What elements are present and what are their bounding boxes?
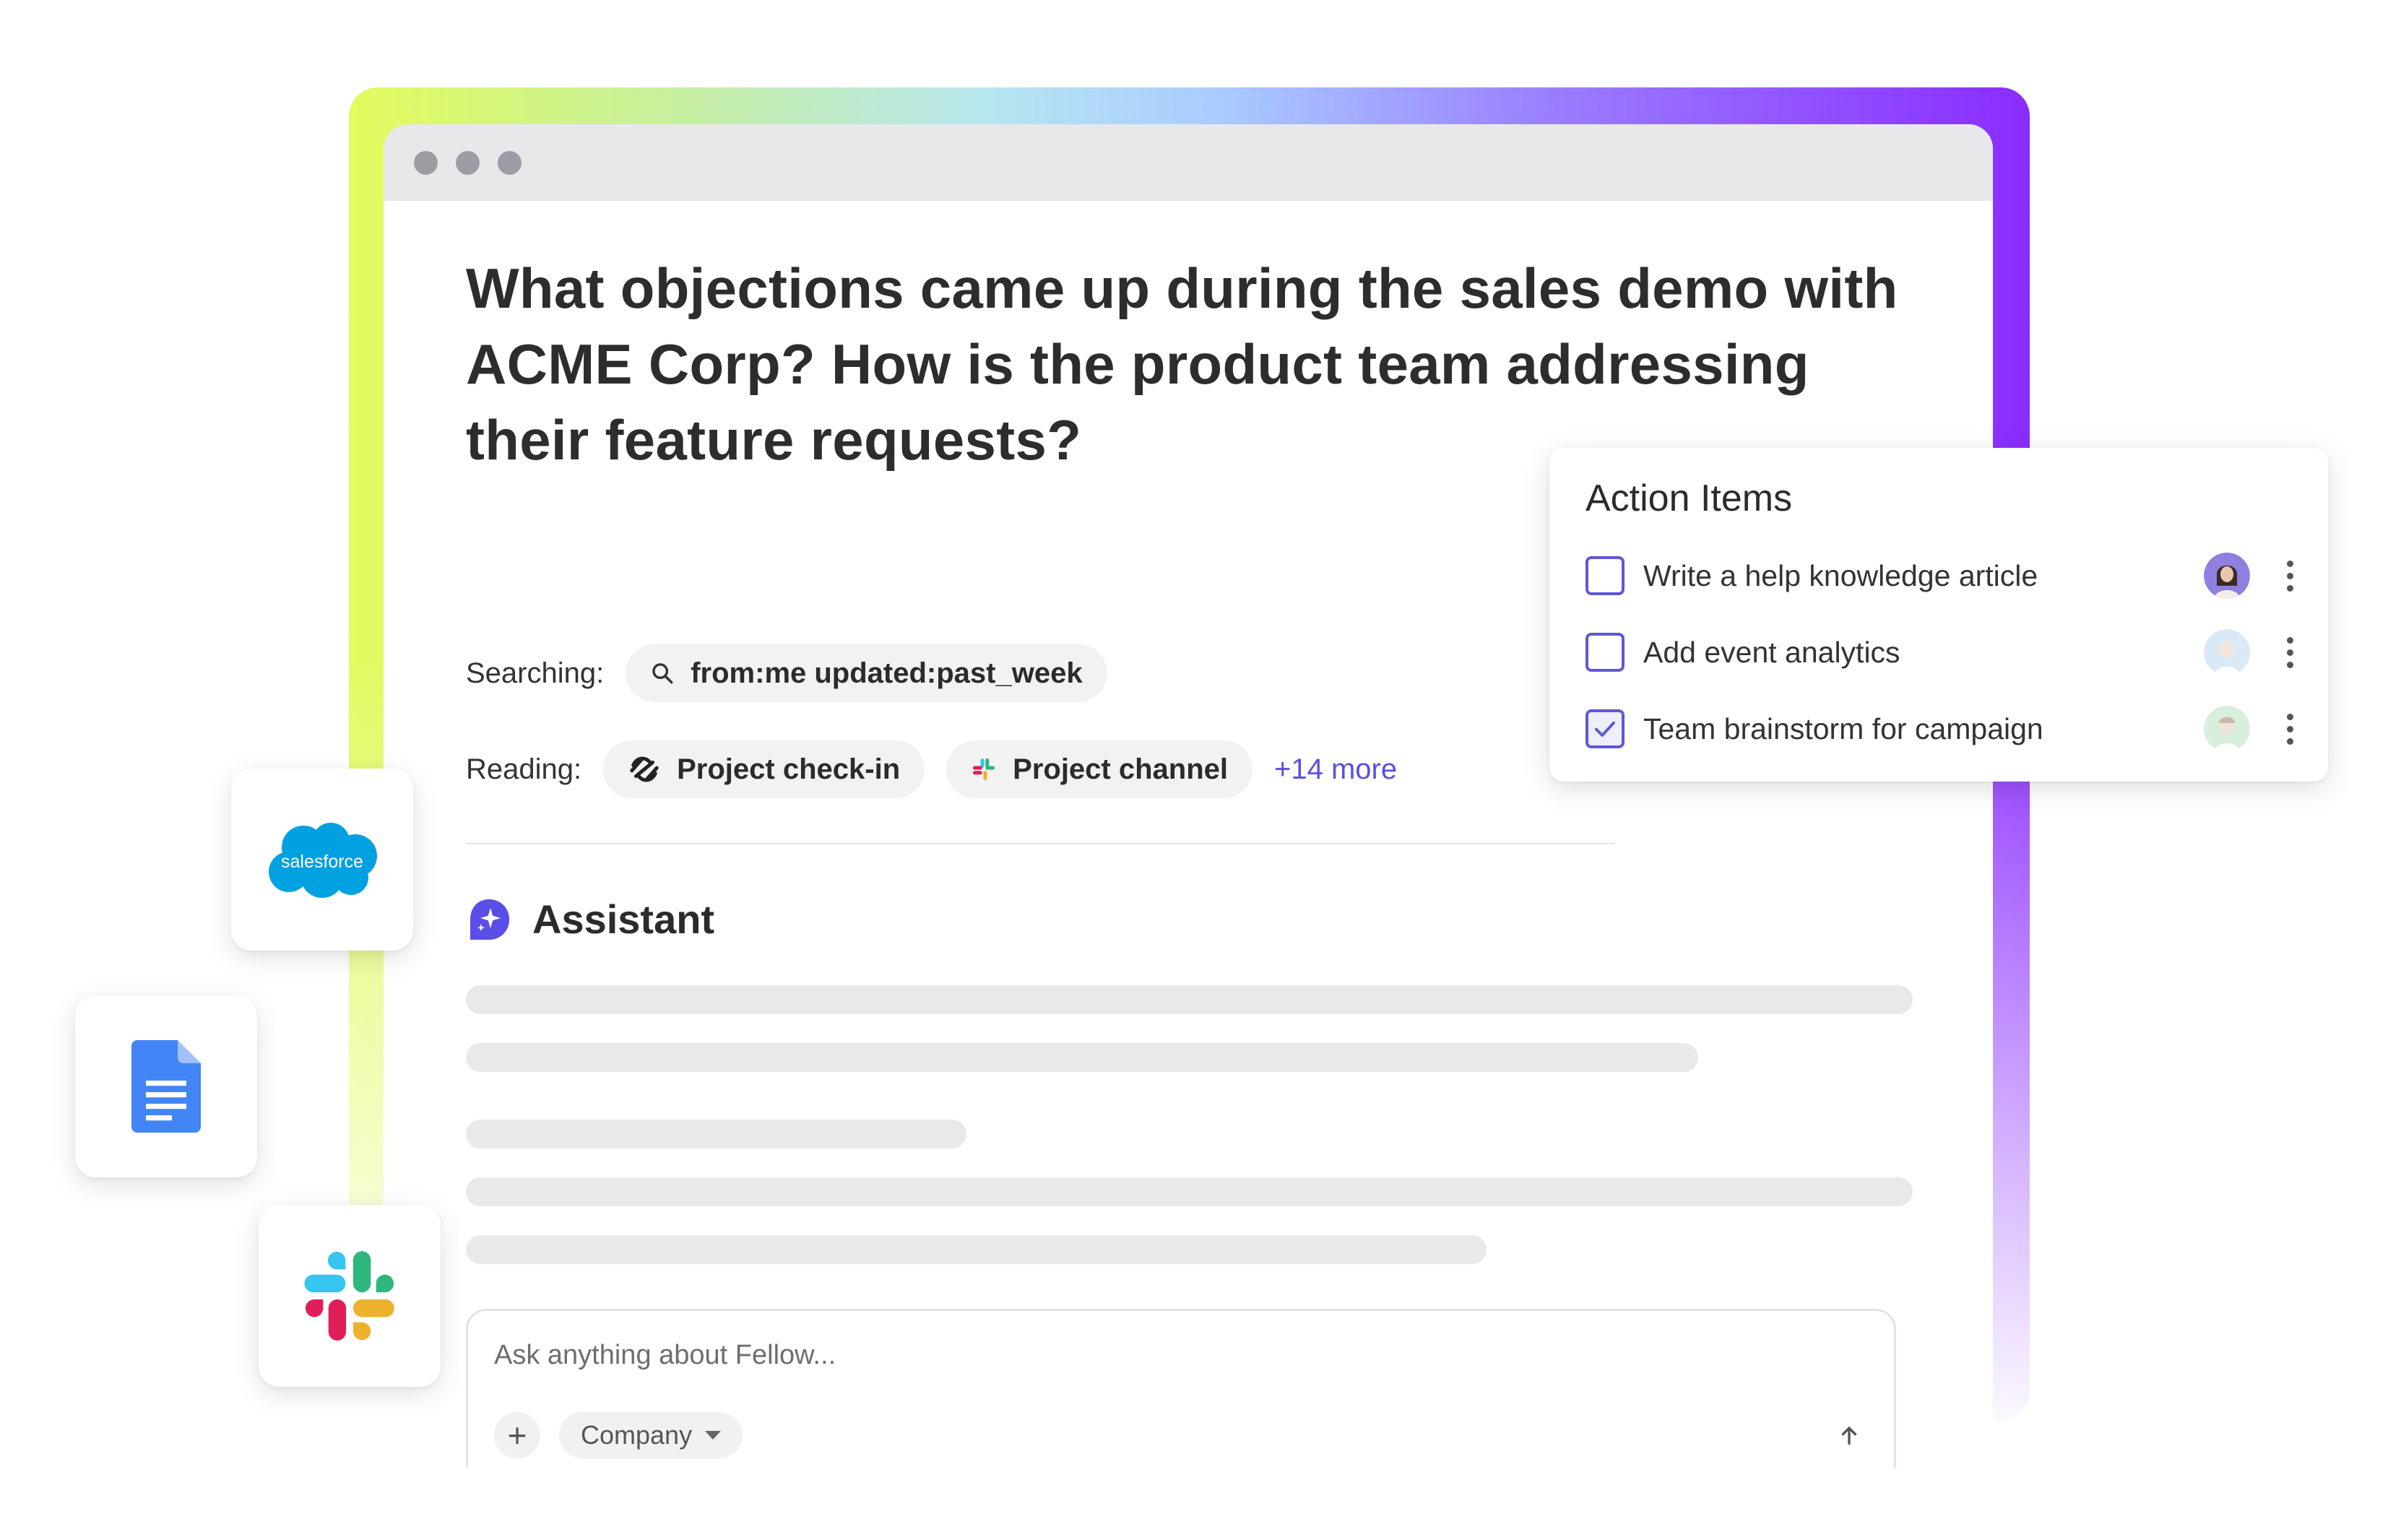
skeleton-line bbox=[466, 1043, 1698, 1072]
action-item[interactable]: Add event analytics bbox=[1585, 627, 2301, 678]
assistant-title: Assistant bbox=[532, 896, 715, 942]
slack-icon bbox=[973, 758, 995, 780]
reading-row: Reading: Project check-in Project channe… bbox=[466, 740, 1397, 798]
action-item[interactable]: Team brainstorm for campaign bbox=[1585, 704, 2301, 754]
source-chip-project-channel[interactable]: Project channel bbox=[946, 740, 1253, 798]
skeleton-line bbox=[466, 985, 1913, 1014]
slack-icon bbox=[304, 1251, 394, 1341]
ask-input[interactable] bbox=[494, 1340, 1794, 1371]
search-icon bbox=[652, 663, 673, 684]
more-options-icon[interactable] bbox=[2279, 636, 2301, 668]
salesforce-cloud-icon: salesforce bbox=[269, 823, 377, 898]
source-chip-label: Project check-in bbox=[677, 753, 901, 785]
fellow-logo-icon bbox=[630, 756, 659, 782]
chevron-down-icon bbox=[705, 1431, 722, 1440]
add-attachment-button[interactable]: + bbox=[494, 1412, 540, 1458]
action-item-checkbox-checked[interactable] bbox=[1585, 709, 1625, 748]
more-options-icon[interactable] bbox=[2279, 713, 2301, 745]
action-item-label: Add event analytics bbox=[1643, 635, 1900, 669]
window-dot-minimize[interactable] bbox=[456, 150, 480, 175]
window-dot-close[interactable] bbox=[414, 150, 438, 175]
window-dot-maximize[interactable] bbox=[498, 150, 522, 175]
assistant-sparkle-icon bbox=[470, 899, 509, 940]
action-items-title: Action Items bbox=[1585, 477, 1793, 519]
arrow-up-icon bbox=[1841, 1427, 1857, 1445]
more-sources-link[interactable]: +14 more bbox=[1274, 753, 1397, 786]
reading-label: Reading: bbox=[466, 753, 582, 785]
avatar[interactable] bbox=[2204, 706, 2250, 752]
scope-label: Company bbox=[581, 1420, 693, 1450]
slack-badge[interactable] bbox=[259, 1205, 441, 1387]
chat-composer: + Company bbox=[466, 1309, 1896, 1468]
app-window: What objections came up during the sales… bbox=[384, 124, 1993, 1468]
scope-dropdown[interactable]: Company bbox=[559, 1412, 743, 1458]
source-chip-project-check-in[interactable]: Project check-in bbox=[603, 740, 925, 798]
question-heading: What objections came up during the sales… bbox=[466, 256, 1898, 472]
skeleton-line bbox=[466, 1120, 966, 1148]
searching-label: Searching: bbox=[466, 657, 605, 689]
avatar[interactable] bbox=[2204, 629, 2250, 675]
action-item-checkbox[interactable] bbox=[1585, 633, 1625, 672]
action-item[interactable]: Write a help knowledge article bbox=[1585, 550, 2301, 601]
checkmark-icon bbox=[1595, 721, 1615, 737]
window-titlebar bbox=[384, 124, 1993, 201]
action-items-card: Action Items Write a help knowledge arti… bbox=[1549, 448, 2328, 782]
searching-row: Searching: from:me updated:past_week bbox=[466, 644, 1129, 702]
send-button[interactable] bbox=[1830, 1416, 1868, 1454]
search-query-text: from:me updated:past_week bbox=[691, 657, 1083, 689]
salesforce-wordmark: salesforce bbox=[281, 852, 363, 872]
skeleton-line bbox=[466, 1235, 1487, 1264]
section-divider bbox=[466, 843, 1614, 844]
assistant-header: Assistant bbox=[466, 896, 714, 943]
source-chip-label: Project channel bbox=[1013, 753, 1229, 785]
google-docs-icon bbox=[131, 1040, 201, 1133]
action-item-label: Team brainstorm for campaign bbox=[1643, 711, 2043, 745]
salesforce-badge[interactable]: salesforce bbox=[231, 769, 413, 951]
action-item-checkbox[interactable] bbox=[1585, 556, 1625, 595]
skeleton-line bbox=[466, 1177, 1913, 1206]
more-options-icon[interactable] bbox=[2279, 560, 2301, 592]
search-query-chip[interactable]: from:me updated:past_week bbox=[626, 644, 1107, 702]
avatar[interactable] bbox=[2204, 553, 2250, 599]
action-item-label: Write a help knowledge article bbox=[1643, 558, 2038, 592]
google-docs-badge[interactable] bbox=[75, 995, 257, 1177]
